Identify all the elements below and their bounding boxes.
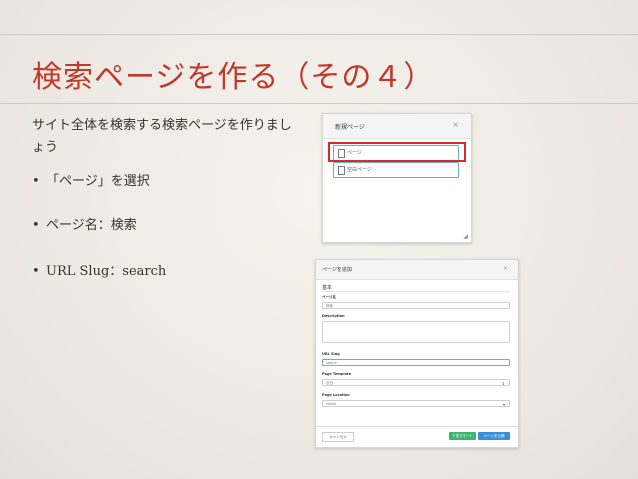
section-divider bbox=[322, 291, 510, 292]
document-icon bbox=[338, 166, 345, 175]
bullet-dot: • bbox=[32, 264, 40, 279]
bullet-text: URL Slug：search bbox=[46, 264, 167, 279]
close-icon[interactable]: × bbox=[452, 120, 459, 129]
bullet-page-name: • ページ名：検索 bbox=[32, 214, 137, 233]
bullet-text: ページ名：検索 bbox=[46, 218, 137, 233]
url-slug-input[interactable]: search bbox=[322, 359, 510, 366]
page-template-select[interactable]: 空白 ⇕ bbox=[322, 379, 510, 386]
dialog-header: ページを追加 × bbox=[316, 260, 518, 280]
resize-handle-icon[interactable]: ◢ bbox=[463, 233, 468, 240]
title-bottom-rule bbox=[0, 103, 638, 104]
intro-text: サイト全体を検索する検索ページを作りましょう bbox=[32, 118, 292, 155]
selection-highlight-box bbox=[328, 142, 466, 162]
dialog-header: 新規ページ × bbox=[323, 114, 471, 139]
bullet-select-page: • 「ページ」を選択 bbox=[32, 170, 150, 189]
publish-page-button[interactable]: ページを公開 bbox=[478, 432, 510, 440]
title-top-rule bbox=[0, 34, 638, 35]
page-template-label: Page Template bbox=[322, 372, 351, 376]
page-type-option-blank[interactable]: 空白ページ bbox=[333, 162, 459, 178]
page-name-input[interactable]: 検索 bbox=[322, 302, 510, 309]
new-page-dialog-screenshot: 新規ページ × ページ 空白ページ ◢ bbox=[322, 113, 472, 243]
description-textarea[interactable] bbox=[322, 321, 510, 343]
cancel-button[interactable]: キャンセル bbox=[322, 432, 354, 442]
select-value: Home bbox=[326, 402, 337, 406]
dialog-title: 新規ページ bbox=[335, 124, 365, 131]
page-location-label: Page Location bbox=[322, 393, 350, 397]
url-slug-label: URL Slug bbox=[322, 352, 340, 356]
description-label: Description bbox=[322, 314, 345, 318]
bullet-text: 「ページ」を選択 bbox=[46, 174, 150, 189]
select-value: 空白 bbox=[326, 381, 333, 385]
bullet-dot: • bbox=[32, 174, 40, 189]
add-page-dialog-screenshot: ページを追加 × 基本 ページ名 検索 Description URL Slug… bbox=[315, 259, 519, 448]
dialog-title: ページを追加 bbox=[322, 267, 352, 273]
close-icon[interactable]: × bbox=[503, 265, 508, 272]
select-caret-icon: ⇕ bbox=[501, 381, 505, 386]
chevron-down-icon: ▾ bbox=[502, 402, 505, 407]
page-name-label: ページ名 bbox=[322, 295, 336, 299]
draft-mode-button[interactable]: 下書きモード bbox=[449, 432, 476, 440]
bullet-url-slug: • URL Slug：search bbox=[32, 260, 166, 279]
section-title: 基本 bbox=[322, 285, 333, 291]
bullet-dot: • bbox=[32, 218, 40, 233]
footer-divider bbox=[316, 426, 518, 427]
page-location-select[interactable]: Home ▾ bbox=[322, 400, 510, 407]
option-label: 空白ページ bbox=[347, 167, 372, 173]
slide-title: 検索ページを作る（その４） bbox=[32, 60, 435, 95]
